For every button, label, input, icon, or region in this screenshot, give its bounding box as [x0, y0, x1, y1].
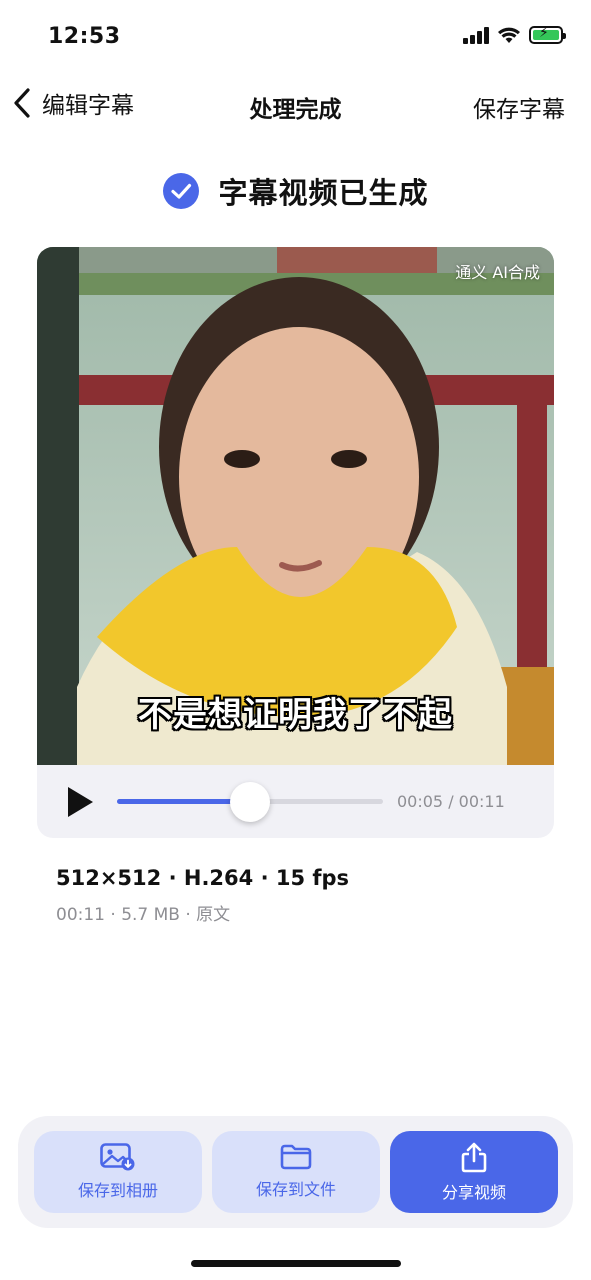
share-video-label: 分享视频 — [441, 1183, 506, 1202]
photo-download-icon — [100, 1143, 135, 1171]
status-time: 12:53 — [48, 24, 121, 49]
nav-bar: 编辑字幕 处理完成 保存字幕 — [0, 80, 591, 132]
save-to-files-label: 保存到文件 — [255, 1180, 336, 1199]
share-video-button[interactable]: 分享视频 — [390, 1131, 558, 1213]
video-frame[interactable]: 通义 AI合成 不是想证明我了不起 — [37, 247, 554, 765]
save-to-album-button[interactable]: 保存到相册 — [34, 1131, 202, 1213]
time-readout: 00:05 / 00:11 — [397, 792, 505, 811]
play-icon[interactable] — [65, 785, 95, 819]
progress-slider[interactable] — [117, 782, 383, 822]
status-bar: 12:53 ⚡ — [0, 0, 591, 76]
video-subtitle: 不是想证明我了不起 — [138, 695, 453, 735]
status-icons: ⚡ — [463, 25, 566, 44]
ai-watermark: 通义 AI合成 — [455, 263, 540, 282]
folder-icon — [280, 1144, 312, 1170]
progress-thumb[interactable] — [230, 782, 270, 822]
save-to-files-button[interactable]: 保存到文件 — [212, 1131, 380, 1213]
share-icon — [461, 1142, 487, 1173]
action-dock: 保存到相册 保存到文件 分享视频 — [18, 1116, 573, 1228]
save-to-album-label: 保存到相册 — [77, 1181, 158, 1200]
save-subtitles-button[interactable]: 保存字幕 — [473, 90, 565, 124]
wifi-icon — [498, 27, 520, 43]
signal-icon — [463, 26, 489, 44]
video-spec: 512×512 · H.264 · 15 fps — [56, 866, 350, 890]
video-player: 通义 AI合成 不是想证明我了不起 00:05 / 00:11 — [37, 247, 554, 838]
home-indicator — [191, 1260, 401, 1267]
success-banner: 字幕视频已生成 — [0, 170, 591, 212]
battery-charging-icon: ⚡ — [529, 25, 566, 44]
checkmark-circle-icon — [163, 173, 200, 209]
success-message: 字幕视频已生成 — [218, 176, 429, 210]
video-info: 00:11 · 5.7 MB · 原文 — [56, 905, 231, 925]
player-controls: 00:05 / 00:11 — [37, 765, 554, 838]
